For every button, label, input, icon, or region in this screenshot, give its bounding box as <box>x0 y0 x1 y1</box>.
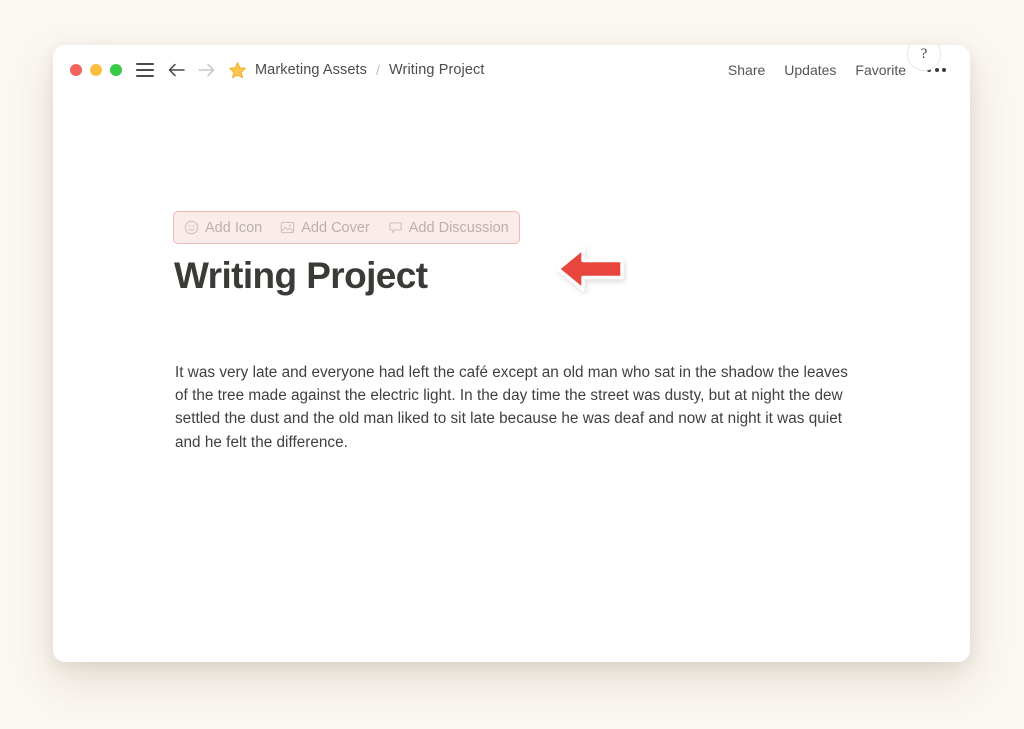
hamburger-menu-icon[interactable] <box>136 63 154 77</box>
maximize-window-button[interactable] <box>110 64 122 76</box>
page-action-bar: Add Icon Add Cover Add Discussion <box>173 211 520 244</box>
smiley-face-icon <box>184 220 199 235</box>
speech-bubble-icon <box>389 222 402 233</box>
image-icon <box>280 221 295 234</box>
updates-button[interactable]: Updates <box>784 62 836 78</box>
hamburger-line <box>136 75 154 77</box>
add-discussion-label: Add Discussion <box>408 219 509 236</box>
star-icon[interactable] <box>228 61 247 80</box>
ellipsis-dot <box>942 68 946 72</box>
hamburger-line <box>136 69 154 71</box>
breadcrumb: Marketing Assets / Writing Project <box>255 62 485 78</box>
add-discussion-button[interactable]: Add Discussion <box>388 220 509 236</box>
arrow-left-icon[interactable] <box>168 63 185 77</box>
breadcrumb-parent[interactable]: Marketing Assets <box>255 62 367 78</box>
app-window: Marketing Assets / Writing Project Share… <box>53 45 970 662</box>
annotation-arrow-left-icon <box>556 246 624 292</box>
add-cover-label: Add Cover <box>301 219 370 236</box>
arrow-right-icon[interactable] <box>198 63 215 77</box>
title-bar: Marketing Assets / Writing Project Share… <box>53 45 970 95</box>
add-icon-button[interactable]: Add Icon <box>184 220 262 236</box>
minimize-window-button[interactable] <box>90 64 102 76</box>
navigation-arrows <box>168 63 215 77</box>
add-icon-label: Add Icon <box>205 219 263 236</box>
share-button[interactable]: Share <box>728 62 765 78</box>
document-content: Add Icon Add Cover Add Discussion Writin… <box>173 211 874 451</box>
document-paragraph[interactable]: It was very late and everyone had left t… <box>175 361 859 454</box>
ellipsis-dot <box>934 68 939 72</box>
close-window-button[interactable] <box>70 64 82 76</box>
window-controls <box>70 64 122 76</box>
page-title[interactable]: Writing Project <box>174 255 428 297</box>
breadcrumb-current[interactable]: Writing Project <box>389 62 485 78</box>
favorite-button[interactable]: Favorite <box>855 62 906 78</box>
hamburger-line <box>136 63 154 65</box>
page-action-bar-wrapper: Add Icon Add Cover Add Discussion <box>173 211 874 244</box>
add-cover-button[interactable]: Add Cover <box>280 220 370 236</box>
breadcrumb-separator: / <box>376 62 381 78</box>
